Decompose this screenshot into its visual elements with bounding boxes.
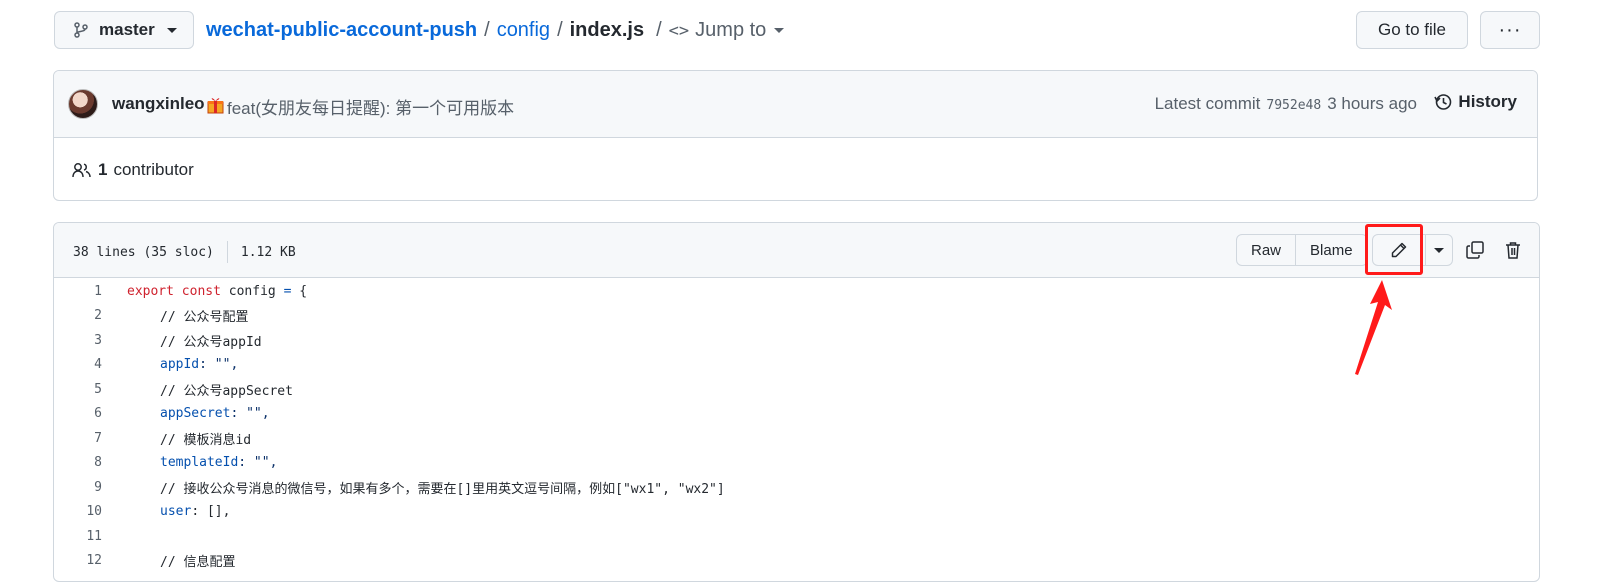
delete-file-button[interactable]	[1500, 237, 1526, 263]
breadcrumb-separator: /	[484, 19, 490, 41]
code-comment: // 信息配置	[160, 555, 236, 571]
code-line: 2 // 公众号配置	[54, 304, 1539, 329]
line-count: 38 lines (35 sloc)	[73, 244, 214, 260]
file-navigation: master wechat-public-account-push / conf…	[54, 11, 1584, 51]
line-number[interactable]: 4	[54, 357, 102, 372]
file-header: 38 lines (35 sloc) 1.12 KB Raw Blame	[54, 223, 1539, 278]
contributors-label: contributor	[113, 160, 194, 179]
code-comment: // 模板消息id	[160, 432, 252, 448]
breadcrumb: wechat-public-account-push / config / in…	[206, 19, 785, 42]
copy-raw-button[interactable]	[1462, 237, 1488, 263]
code-line: 3 // 公众号appId	[54, 328, 1539, 353]
commit-header: wangxinleo feat(女朋友每日提醒): 第一个可用版本 Latest…	[54, 71, 1537, 138]
line-number[interactable]: 2	[54, 308, 102, 323]
breadcrumb-separator: /	[557, 19, 563, 41]
chevron-down-icon	[774, 28, 785, 33]
trash-icon	[1506, 242, 1520, 259]
line-number[interactable]: 11	[54, 529, 102, 544]
gift-emoji-icon	[207, 98, 224, 114]
contributors-link[interactable]: 1 contributor	[72, 160, 194, 180]
history-link[interactable]: History	[1434, 92, 1517, 112]
blame-button[interactable]: Blame	[1296, 235, 1367, 265]
line-number[interactable]: 5	[54, 382, 102, 397]
branch-name: master	[99, 20, 155, 39]
line-number[interactable]: 6	[54, 406, 102, 421]
code-line: 1 export const config = {	[54, 279, 1539, 304]
line-number[interactable]: 8	[54, 455, 102, 470]
code-text: export const config = {	[127, 283, 308, 299]
edit-button-highlight	[1365, 224, 1423, 275]
more-options-button[interactable]: ···	[1480, 11, 1540, 49]
raw-button[interactable]: Raw	[1237, 235, 1297, 265]
copy-icon	[1466, 241, 1484, 259]
code-comment: // 公众号配置	[160, 310, 249, 326]
line-number[interactable]: 3	[54, 333, 102, 348]
git-branch-icon	[74, 22, 88, 38]
code-text: appSecret: "",	[160, 406, 270, 422]
latest-commit-info: Latest commit 7952e48 3 hours ago	[1155, 94, 1417, 114]
code-comment: // 公众号appSecret	[160, 383, 293, 399]
line-number[interactable]: 10	[54, 504, 102, 519]
edit-options-dropdown[interactable]	[1425, 234, 1453, 266]
branch-selector-button[interactable]: master	[54, 11, 194, 49]
line-number[interactable]: 1	[54, 284, 102, 299]
commit-sha-link[interactable]: 7952e48	[1266, 98, 1321, 113]
code-text: templateId: "",	[160, 455, 278, 471]
breadcrumb-folder-link[interactable]: config	[497, 19, 550, 42]
code-icon: <>	[668, 20, 690, 41]
code-line: 7 // 模板消息id	[54, 426, 1539, 451]
code-text: appId: "",	[160, 357, 239, 373]
code-line: 5 // 公众号appSecret	[54, 377, 1539, 402]
breadcrumb-file-name: index.js	[569, 19, 645, 41]
raw-blame-group: Raw Blame	[1236, 234, 1368, 266]
latest-commit-box: wangxinleo feat(女朋友每日提醒): 第一个可用版本 Latest…	[53, 70, 1538, 201]
file-info: 38 lines (35 sloc) 1.12 KB	[73, 241, 296, 263]
commit-author-link[interactable]: wangxinleo	[112, 94, 205, 114]
latest-commit-label: Latest commit	[1154, 94, 1261, 113]
code-comment: // 接收公众号消息的微信号，如果有多个，需要在[]里用英文逗号间隔，例如["w…	[160, 481, 725, 497]
chevron-down-icon	[166, 27, 177, 33]
code-line: 6 appSecret: "",	[54, 402, 1539, 427]
divider	[226, 241, 228, 263]
code-line: 4 appId: "",	[54, 353, 1539, 378]
code-line: 11	[54, 524, 1539, 549]
jump-to-label: Jump to	[695, 19, 767, 41]
commit-message-link[interactable]: feat(女朋友每日提醒): 第一个可用版本	[227, 94, 514, 119]
line-number[interactable]: 9	[54, 480, 102, 495]
code-line: 12 // 信息配置	[54, 549, 1539, 574]
code-line: 10 user: [],	[54, 500, 1539, 525]
code-text: user: [],	[160, 504, 231, 520]
contributors-count: 1	[98, 160, 108, 179]
chevron-down-icon	[1434, 247, 1444, 253]
commit-time: 3 hours ago	[1327, 94, 1417, 113]
red-arrow-annotation	[1355, 280, 1392, 375]
people-icon	[72, 163, 91, 178]
file-viewer: 38 lines (35 sloc) 1.12 KB Raw Blame 1 e…	[53, 222, 1540, 582]
code-view: 1 export const config = { 2 // 公众号配置 3 /…	[54, 279, 1539, 573]
breadcrumb-separator: /	[656, 19, 662, 41]
jump-to-dropdown[interactable]: <> Jump to	[669, 19, 785, 42]
code-line: 8 templateId: "",	[54, 451, 1539, 476]
history-label: History	[1458, 92, 1517, 111]
code-comment: // 公众号appId	[160, 334, 262, 350]
avatar[interactable]	[68, 89, 98, 119]
code-line: 9 // 接收公众号消息的微信号，如果有多个，需要在[]里用英文逗号间隔，例如[…	[54, 475, 1539, 500]
line-number[interactable]: 7	[54, 431, 102, 446]
file-size: 1.12 KB	[240, 244, 296, 260]
history-icon	[1434, 94, 1452, 110]
go-to-file-button[interactable]: Go to file	[1356, 11, 1468, 49]
breadcrumb-repo-link[interactable]: wechat-public-account-push	[206, 19, 477, 42]
line-number[interactable]: 12	[54, 553, 102, 568]
